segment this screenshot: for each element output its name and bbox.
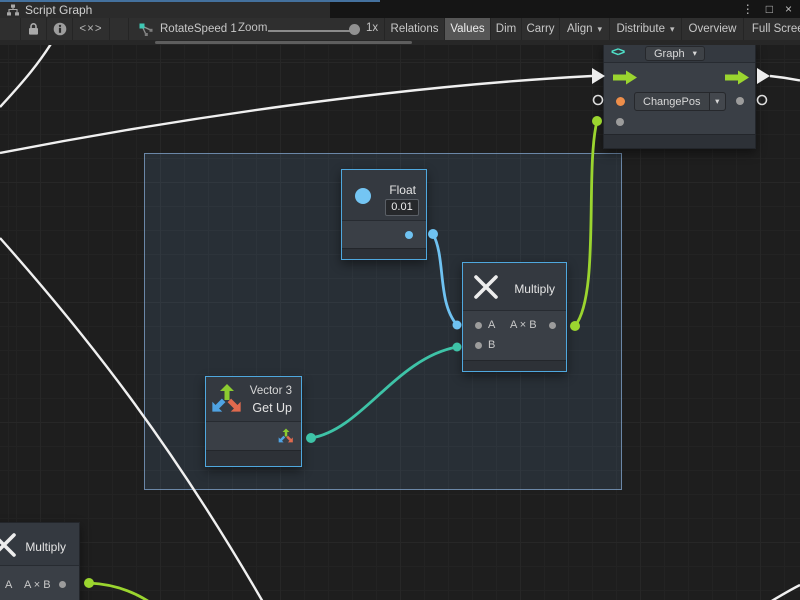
tab-bar: Script Graph ⋮ □ × [0,0,800,18]
zoom-value: 1x [366,22,378,34]
tab-script-graph[interactable]: Script Graph [0,2,330,18]
zoom-slider-handle[interactable] [349,24,360,35]
code-view-button[interactable]: <×> [72,18,110,40]
vector3-icon [211,383,243,415]
maximize-icon[interactable]: □ [766,1,773,17]
graph-dropdown[interactable]: Graph ▾ [645,46,705,61]
zoom-slider-track[interactable] [268,30,356,32]
toolbar-button-overview[interactable]: Overview [681,18,743,40]
wire-endpoint-dot [84,578,94,588]
multiply-node-title: Multiply [514,282,555,296]
multiply-output-port[interactable] [549,322,556,329]
multiply-node-footer [463,360,566,371]
toolbar-button-relations[interactable]: Relations [384,18,444,40]
code-icon: <×> [79,23,102,35]
toolbar-button-dim[interactable]: Dim [490,18,521,40]
event-value-input-port[interactable] [616,118,624,126]
chevron-down-icon: ▾ [693,48,704,59]
toolbar-button-align[interactable]: Align ▾ [559,18,609,40]
horizontal-scrollbar-thumb[interactable] [155,41,412,44]
multiply-partial-output-port[interactable] [59,581,66,588]
graph-dropdown-label: Graph [646,48,693,60]
event-output-port[interactable] [736,97,744,105]
graph-toolbar: <×> RotateSpeed 1 Zoom 1x Values Relatio… [0,18,800,40]
button-label: Overview [689,23,737,35]
wire-endpoint-dot [592,116,602,126]
chevron-down-icon: ▾ [670,24,675,35]
flow-wire-out-of-graph-node[interactable] [770,76,800,81]
chevron-down-icon: ▾ [598,24,603,35]
button-label: Full Screen [752,23,800,35]
window-controls: ⋮ □ × [742,1,792,17]
multiply-partial-title: Multiply [25,540,66,554]
vector3-output-port-icon[interactable] [278,428,294,444]
script-graph-window: Script Graph ⋮ □ × <×> [0,0,800,600]
multiply-node-partial[interactable]: Multiply A A × B [0,522,80,600]
toolbar-button-distribute[interactable]: Distribute ▾ [609,18,681,40]
unconnected-port-ring-right [758,96,767,105]
float-node[interactable]: Float 0.01 [341,169,427,260]
graph-node-footer [604,134,755,148]
button-label: Values [450,23,484,35]
graph-chevrons-icon: <> [611,45,624,59]
button-label: Dim [496,23,516,35]
chevron-down-icon: ▾ [709,93,726,110]
float-type-icon [355,188,371,204]
multiply-partial-output-label: A × B [24,579,51,591]
vector3-node-header: Vector 3 Get Up [206,377,301,422]
multiply-icon [0,532,17,558]
lock-button[interactable] [20,18,46,40]
multiply-input-a-port[interactable] [475,322,482,329]
multiply-partial-header: Multiply [0,523,79,566]
window-menu-icon[interactable]: ⋮ [742,1,754,17]
graph-reference-label: RotateSpeed 1 [160,23,237,35]
vector3-node-title: Vector 3 [250,385,292,397]
graph-node-header: <> Graph ▾ [604,45,755,63]
tab-title: Script Graph [25,3,92,17]
flow-wire-top-left[interactable] [0,45,54,107]
multiply-icon [473,274,499,300]
close-icon[interactable]: × [785,1,792,17]
toolbar-button-carry[interactable]: Carry [521,18,559,40]
multiply-node[interactable]: Multiply A A × B B [462,262,567,372]
button-label: Carry [526,23,554,35]
button-label: Align [567,23,593,35]
unconnected-port-ring-left [594,96,603,105]
flow-input-arrow-icon[interactable] [613,70,638,85]
multiply-node-header: Multiply [463,263,566,311]
float-node-title: Float [389,183,416,197]
lock-icon [27,22,40,36]
vector3-get-up-node[interactable]: Vector 3 Get Up [205,376,302,467]
multiply-input-b-label: B [488,339,495,351]
multiply-partial-input-a-label: A [5,579,12,591]
float-value-input[interactable]: 0.01 [385,199,419,216]
vector3-node-footer [206,450,301,466]
float-output-port[interactable] [405,231,413,239]
float-node-footer [342,248,426,259]
zoom-label: Zoom [238,22,267,34]
info-button[interactable] [46,18,72,40]
changepos-dropdown[interactable]: ChangePos ▾ [634,92,726,111]
vector3-node-subtitle: Get Up [252,401,292,415]
flow-output-arrow-icon[interactable] [725,70,750,85]
graph-event-node[interactable]: <> Graph ▾ ChangePos ▾ [603,45,756,149]
flow-wire-bottom-right[interactable] [770,585,800,600]
value-wire-multiply2-output[interactable] [89,583,148,600]
info-icon [53,22,67,36]
graph-node-icon [139,23,154,36]
flow-arrowhead-right [757,68,770,84]
toolbar-button-values[interactable]: Values [444,18,490,40]
button-label: Distribute [616,23,665,35]
graph-hierarchy-icon [7,4,19,16]
graph-reference-breadcrumb[interactable]: RotateSpeed 1 [128,18,237,40]
changepos-dropdown-value: ChangePos [635,96,709,108]
flow-wire-into-graph-node[interactable] [0,76,592,153]
event-target-port[interactable] [616,97,625,106]
button-label: Relations [391,23,439,35]
multiply-input-b-port[interactable] [475,342,482,349]
toolbar-button-full-screen[interactable]: Full Screen [743,18,800,40]
multiply-input-a-label: A [488,319,495,331]
graph-canvas[interactable]: Float 0.01 Multiply A A × B B [0,45,800,600]
multiply-output-label: A × B [510,319,537,331]
